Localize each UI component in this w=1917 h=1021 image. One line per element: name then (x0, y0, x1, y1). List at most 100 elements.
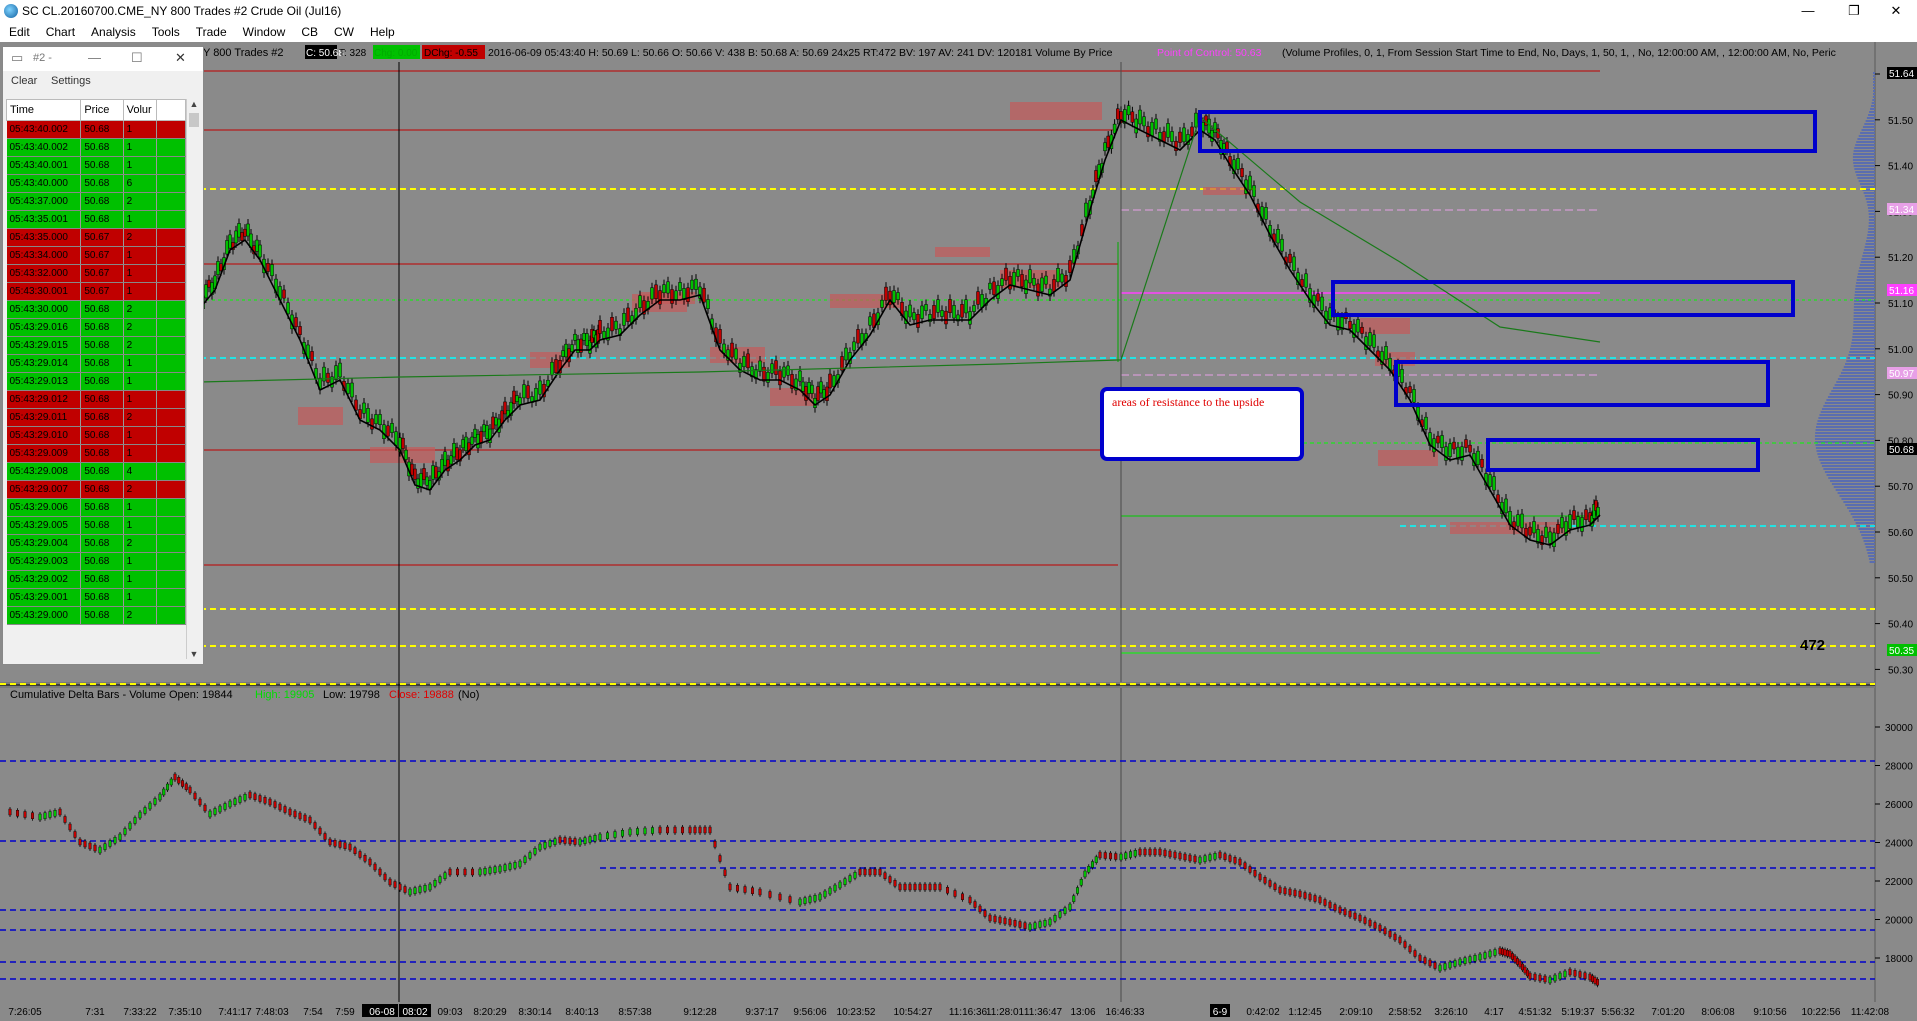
trade-row: 05:43:29.011 50.68 2 (6, 408, 187, 427)
time-tick-label: 7:41:17 (218, 1007, 252, 1018)
price-tick-label: 50.90 (1888, 391, 1913, 402)
trade-cell-empty (156, 210, 187, 229)
trade-cell-p: 50.68 (80, 138, 124, 157)
time-tick-label: 10:54:27 (894, 1007, 933, 1018)
svg-text:50.68: 50.68 (1889, 445, 1914, 456)
tsw-minimize-button[interactable]: — (88, 50, 101, 65)
time-tick-label: 11:36:47 (1024, 1007, 1063, 1018)
price-tick-label: 50.40 (1888, 620, 1913, 631)
trade-row: 05:43:40.000 50.68 6 (6, 174, 187, 193)
close-button[interactable]: ✕ (1873, 0, 1917, 22)
trade-cell-p: 50.68 (80, 372, 124, 391)
trade-cell-empty (156, 408, 187, 427)
trade-cell-p: 50.68 (80, 570, 124, 589)
price-tick-label: 50.70 (1888, 482, 1913, 493)
trade-cell-t: 05:43:29.001 (6, 588, 82, 607)
menu-edit[interactable]: Edit (0, 22, 37, 39)
trade-cell-v: 2 (123, 318, 157, 337)
menu-help[interactable]: Help (361, 22, 402, 39)
trade-cell-empty (156, 516, 187, 535)
trade-cell-v: 1 (123, 156, 157, 175)
trade-cell-t: 05:43:29.002 (6, 570, 82, 589)
tsw-scrollbar[interactable]: ▲ ▼ (186, 99, 201, 659)
trade-cell-empty (156, 282, 187, 301)
trade-row: 05:43:29.010 50.68 1 (6, 426, 187, 445)
trade-cell-v: 2 (123, 192, 157, 211)
menu-tools[interactable]: Tools (143, 22, 187, 39)
time-tick-label: 7:59 (335, 1007, 355, 1018)
menu-trade[interactable]: Trade (187, 22, 234, 39)
trade-cell-empty (156, 372, 187, 391)
time-tick-label: 8:06:08 (1701, 1007, 1735, 1018)
time-tick-label: 09:03 (437, 1007, 462, 1018)
trade-cell-t: 05:43:40.000 (6, 174, 82, 193)
trade-cell-v: 1 (123, 426, 157, 445)
col-volume[interactable]: Volur (122, 99, 157, 121)
trade-cell-p: 50.67 (80, 246, 124, 265)
time-tick-label: 13:06 (1070, 1007, 1095, 1018)
scroll-down-icon[interactable]: ▼ (187, 649, 201, 659)
time-tick-label: 4:51:32 (1518, 1007, 1552, 1018)
settings-button[interactable]: Settings (51, 75, 91, 87)
trade-cell-p: 50.68 (80, 552, 124, 571)
trade-cell-t: 05:43:35.000 (6, 228, 82, 247)
svg-text:51.34: 51.34 (1889, 205, 1914, 216)
trade-cell-v: 1 (123, 516, 157, 535)
time-tick-label: 6-9 (1213, 1007, 1228, 1018)
trade-row: 05:43:29.013 50.68 1 (6, 372, 187, 391)
trade-cell-p: 50.68 (80, 516, 124, 535)
trade-cell-empty (156, 120, 187, 139)
trade-cell-t: 05:43:40.002 (6, 120, 82, 139)
delta-tick-label: 30000 (1885, 723, 1913, 734)
time-tick-label: 7:33:22 (123, 1007, 157, 1018)
trade-cell-t: 05:43:30.001 (6, 282, 82, 301)
menu-chart[interactable]: Chart (37, 22, 82, 39)
trade-cell-t: 05:43:29.005 (6, 516, 82, 535)
menu-cw[interactable]: CW (325, 22, 361, 39)
trade-cell-p: 50.68 (80, 444, 124, 463)
restore-button[interactable]: ❐ (1831, 0, 1877, 22)
time-tick-label: 7:01:20 (1651, 1007, 1685, 1018)
scroll-up-icon[interactable]: ▲ (187, 99, 201, 109)
trade-cell-p: 50.68 (80, 390, 124, 409)
price-tick-label: 51.20 (1888, 253, 1913, 264)
svg-text:50.97: 50.97 (1889, 369, 1914, 380)
trade-row: 05:43:30.001 50.67 1 (6, 282, 187, 301)
chart-area[interactable]: Y 800 Trades #2 C: 50.68 T: 328 Chg: 0.0… (0, 42, 1917, 1021)
menu-window[interactable]: Window (234, 22, 293, 39)
scroll-thumb[interactable] (189, 113, 199, 127)
delta-tick-label: 18000 (1885, 954, 1913, 965)
time-tick-label: 16:46:33 (1106, 1007, 1145, 1018)
menu-cb[interactable]: CB (292, 22, 325, 39)
trade-cell-p: 50.68 (80, 462, 124, 481)
trade-cell-v: 1 (123, 372, 157, 391)
trade-row: 05:43:29.008 50.68 4 (6, 462, 187, 481)
trade-cell-empty (156, 156, 187, 175)
delta-header-label: Cumulative Delta Bars - Volume Open: 198… (10, 689, 233, 701)
time-tick-label: 8:20:29 (473, 1007, 507, 1018)
trade-cell-t: 05:43:30.000 (6, 300, 82, 319)
trade-row: 05:43:29.001 50.68 1 (6, 588, 187, 607)
trade-cell-t: 05:43:29.013 (6, 372, 82, 391)
trade-cell-empty (156, 606, 187, 625)
trade-cell-t: 05:43:29.004 (6, 534, 82, 553)
trade-cell-t: 05:43:29.016 (6, 318, 82, 337)
trade-cell-empty (156, 444, 187, 463)
time-tick-label: 0:42:02 (1246, 1007, 1280, 1018)
trade-cell-p: 50.68 (80, 426, 124, 445)
time-and-sales-window[interactable]: ▭ #2 - — ☐ ✕ Clear Settings Time Price V… (2, 46, 204, 665)
menu-analysis[interactable]: Analysis (82, 22, 143, 39)
col-time[interactable]: Time (5, 99, 82, 121)
trade-cell-p: 50.68 (80, 354, 124, 373)
col-price[interactable]: Price (80, 99, 124, 121)
trade-cell-t: 05:43:29.009 (6, 444, 82, 463)
clear-button[interactable]: Clear (11, 75, 37, 87)
trade-cell-empty (156, 588, 187, 607)
tsw-close-button[interactable]: ✕ (175, 50, 186, 66)
trade-cell-v: 1 (123, 210, 157, 229)
tsw-maximize-button[interactable]: ☐ (131, 50, 143, 66)
minimize-button[interactable]: — (1785, 0, 1831, 22)
delta-header-low: Low: 19798 (323, 689, 380, 701)
trades-table: Time Price Volur 05:43:40.002 50.68 1 05:43… (5, 99, 187, 625)
time-tick-label: 4:17 (1484, 1007, 1504, 1018)
